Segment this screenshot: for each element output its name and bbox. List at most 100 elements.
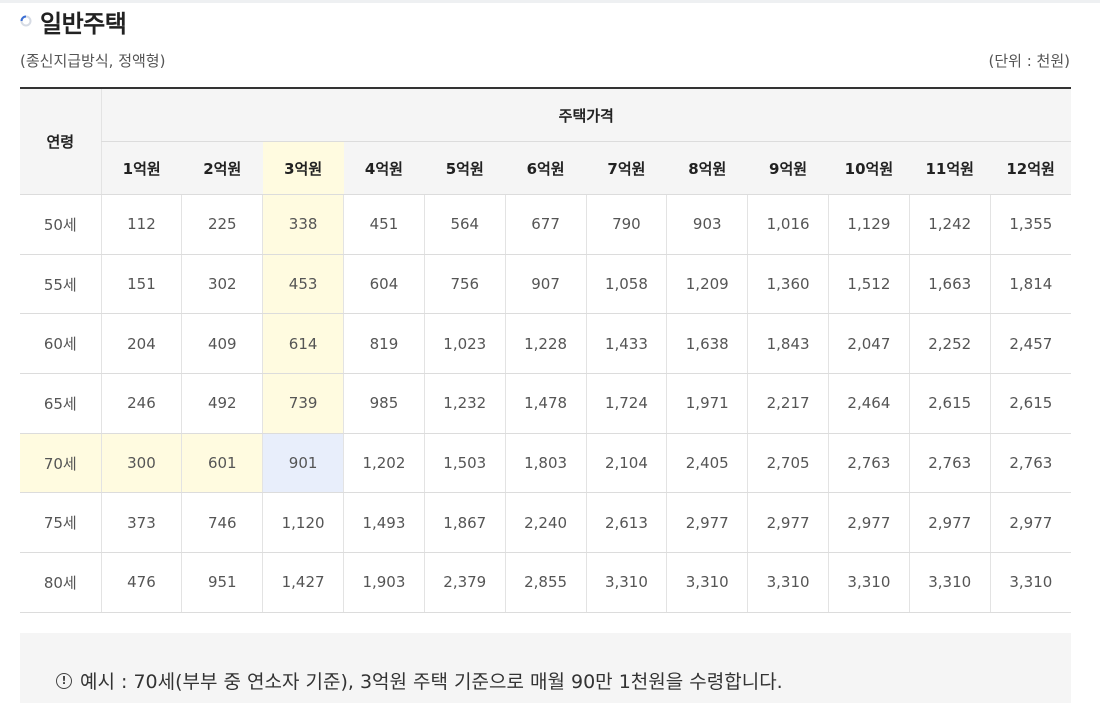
age-cell: 80세 (20, 552, 102, 613)
value-cell: 1,493 (343, 492, 425, 554)
value-cell: 1,663 (908, 254, 991, 315)
value-cell: 746 (181, 492, 263, 554)
value-cell: 2,705 (747, 433, 829, 494)
value-cell: 739 (262, 373, 344, 434)
example-note: ! 예시 : 70세(부부 중 연소자 기준), 3억원 주택 기준으로 매월 … (56, 667, 783, 694)
age-cell: 65세 (20, 373, 102, 434)
value-cell: 604 (343, 254, 425, 315)
table-row: 50세 112 225 338 451 564 677 790 903 1,016 1,129 1,2… (20, 194, 1071, 255)
value-cell: 1,724 (585, 373, 667, 434)
value-cell: 302 (181, 254, 263, 315)
value-cell: 476 (100, 552, 182, 613)
age-cell: 75세 (20, 492, 102, 554)
value-cell: 1,360 (747, 254, 829, 315)
pension-table: 연령 주택가격 1억원 2억원 3억원 4억원 5억원 6억원 7억원 8억원 9억원 10억원 1… (20, 87, 1071, 613)
value-cell: 951 (181, 552, 263, 613)
column-header: 4억원 (343, 141, 425, 195)
value-cell: 2,615 (989, 373, 1071, 434)
age-cell: 70세 (20, 433, 102, 494)
column-header: 9억원 (747, 141, 829, 195)
table-row: 70세 300 601 901 1,202 1,503 1,803 2,104 2,405 2,7… (20, 433, 1071, 494)
value-cell: 1,058 (585, 254, 667, 315)
value-cell: 225 (181, 194, 263, 255)
info-icon: ! (56, 672, 72, 689)
value-cell: 2,763 (908, 433, 991, 494)
value-cell: 2,977 (666, 492, 748, 554)
value-cell: 151 (100, 254, 182, 315)
column-header: 2억원 (181, 141, 263, 195)
age-cell: 60세 (20, 313, 102, 375)
value-cell: 3,310 (827, 552, 910, 613)
value-cell: 1,209 (666, 254, 748, 315)
column-header: 8억원 (666, 141, 748, 195)
value-cell: 338 (262, 194, 344, 255)
value-cell: 564 (423, 194, 506, 255)
column-header: 11억원 (909, 141, 991, 195)
table-row: 60세 204 409 614 819 1,023 1,228 1,433 1,638 1,843… (20, 313, 1071, 375)
page-title: 일반주택 (40, 9, 127, 38)
value-cell: 2,763 (989, 433, 1071, 494)
value-cell: 1,129 (827, 194, 910, 255)
value-cell: 2,763 (827, 433, 910, 494)
value-cell: 3,310 (908, 552, 991, 613)
value-cell: 2,977 (747, 492, 829, 554)
value-cell: 903 (666, 194, 748, 255)
value-cell: 2,615 (908, 373, 991, 434)
unit-label: (단위 : 천원) (988, 52, 1071, 70)
column-header: 10억원 (828, 141, 910, 195)
value-cell: 819 (343, 313, 425, 375)
value-cell: 1,803 (504, 433, 586, 494)
value-cell: 2,217 (747, 373, 829, 434)
value-cell: 901 (262, 433, 344, 494)
value-cell: 2,977 (989, 492, 1071, 554)
value-cell: 756 (423, 254, 506, 315)
column-header: 7억원 (586, 141, 667, 195)
value-cell: 2,240 (504, 492, 586, 554)
column-header: 6억원 (505, 141, 586, 195)
value-cell: 3,310 (666, 552, 748, 613)
value-cell: 985 (343, 373, 425, 434)
top-shade (0, 0, 1100, 3)
column-header: 1억원 (100, 141, 182, 195)
value-cell: 614 (262, 313, 344, 375)
value-cell: 3,310 (989, 552, 1071, 613)
table-row: 80세 476 951 1,427 1,903 2,379 2,855 3,310 3,310 3… (20, 552, 1071, 613)
value-cell: 1,867 (423, 492, 506, 554)
table-row: 55세 151 302 453 604 756 907 1,058 1,209 1,360 1,51… (20, 254, 1071, 315)
age-cell: 55세 (20, 254, 102, 315)
value-cell: 1,427 (262, 552, 344, 613)
value-cell: 1,232 (423, 373, 506, 434)
value-cell: 2,855 (504, 552, 586, 613)
value-cell: 1,503 (423, 433, 506, 494)
value-cell: 2,379 (423, 552, 506, 613)
price-group-header: 주택가격 (100, 88, 1071, 142)
value-cell: 1,202 (343, 433, 425, 494)
age-column-header: 연령 (20, 88, 102, 195)
value-cell: 1,016 (747, 194, 829, 255)
value-cell: 246 (100, 373, 182, 434)
example-note-text: 예시 : 70세(부부 중 연소자 기준), 3억원 주택 기준으로 매월 90… (80, 671, 783, 693)
value-cell: 2,977 (827, 492, 910, 554)
value-cell: 2,405 (666, 433, 748, 494)
value-cell: 601 (181, 433, 263, 494)
value-cell: 2,047 (827, 313, 910, 375)
value-cell: 2,464 (827, 373, 910, 434)
column-header: 12억원 (990, 141, 1071, 195)
value-cell: 300 (100, 433, 182, 494)
value-cell: 1,120 (262, 492, 344, 554)
value-cell: 1,814 (989, 254, 1071, 315)
value-cell: 2,977 (908, 492, 991, 554)
value-cell: 492 (181, 373, 263, 434)
value-cell: 409 (181, 313, 263, 375)
column-header: 3억원 (262, 141, 344, 195)
table-row: 65세 246 492 739 985 1,232 1,478 1,724 1,971 2,217… (20, 373, 1071, 434)
value-cell: 1,478 (504, 373, 586, 434)
value-cell: 1,512 (827, 254, 910, 315)
section-header: 일반주택 (20, 4, 127, 38)
value-cell: 907 (504, 254, 586, 315)
age-cell: 50세 (20, 194, 102, 255)
value-cell: 1,242 (908, 194, 991, 255)
value-cell: 1,971 (666, 373, 748, 434)
value-cell: 1,843 (747, 313, 829, 375)
value-cell: 677 (504, 194, 586, 255)
